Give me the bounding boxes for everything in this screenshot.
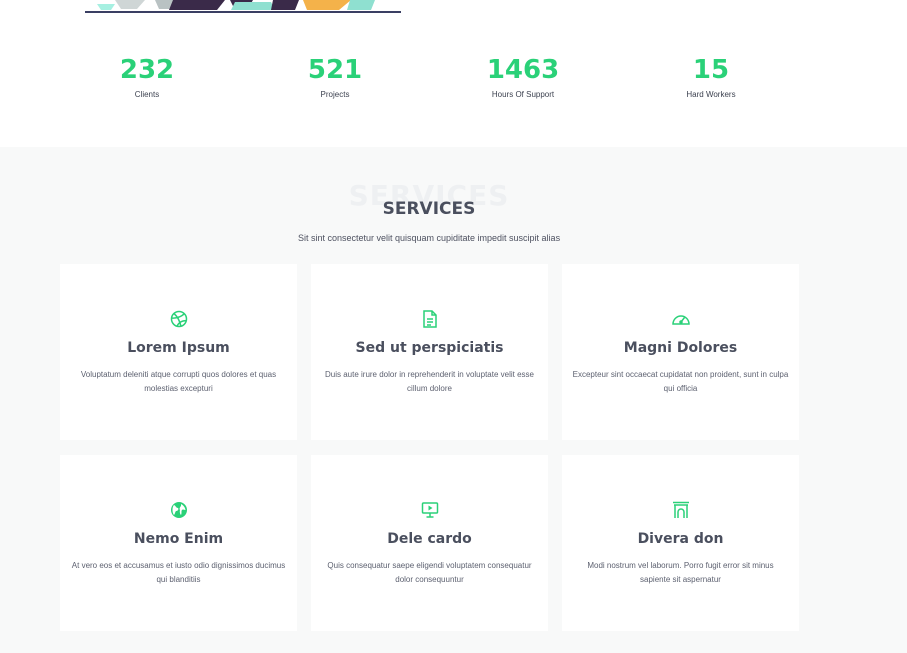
service-description: Duis aute irure dolor in reprehenderit i… <box>324 370 534 393</box>
hero-illustration <box>85 0 401 14</box>
counter-value: 1463 <box>486 55 560 85</box>
service-card[interactable]: Sed ut perspiciatis Duis aute irure dolo… <box>311 264 548 440</box>
counter-value: 15 <box>692 55 730 85</box>
service-card[interactable]: Dele cardo Quis consequatur saepe eligen… <box>311 455 548 631</box>
counter-projects: 521 Projects <box>235 52 435 99</box>
arch-icon <box>562 501 799 519</box>
counter-label: Clients <box>134 90 160 99</box>
service-card[interactable]: Magni Dolores Excepteur sint occaecat cu… <box>562 264 799 440</box>
service-description: Quis consequatur saepe eligendi voluptat… <box>327 561 532 584</box>
service-title[interactable]: Dele cardo <box>311 531 548 547</box>
services-section: SERVICES SERVICES Sit sint consectetur v… <box>0 147 907 653</box>
service-description: At vero eos et accusamus et iusto odio d… <box>71 561 286 584</box>
counter-label: Hard Workers <box>686 90 736 99</box>
file-text-icon <box>311 310 548 328</box>
globe-icon <box>60 501 297 519</box>
counter-value: 232 <box>119 55 175 85</box>
section-subtitle: Sit sint consectetur velit quisquam cupi… <box>297 233 561 243</box>
service-card[interactable]: Lorem Ipsum Voluptatum deleniti atque co… <box>60 264 297 440</box>
speedometer-icon <box>562 310 799 328</box>
section-title: SERVICES <box>382 199 476 219</box>
service-card[interactable]: Nemo Enim At vero eos et accusamus et iu… <box>60 455 297 631</box>
counter-hours-of-support: 1463 Hours Of Support <box>423 52 623 99</box>
counter-hard-workers: 15 Hard Workers <box>611 52 811 99</box>
service-card[interactable]: Divera don Modi nostrum vel laborum. Por… <box>562 455 799 631</box>
dribbble-icon <box>60 310 297 328</box>
presentation-icon <box>311 501 548 519</box>
service-title[interactable]: Lorem Ipsum <box>60 340 297 356</box>
counter-label: Projects <box>320 90 350 99</box>
counter-clients: 232 Clients <box>47 52 247 99</box>
service-title[interactable]: Nemo Enim <box>60 531 297 547</box>
service-description: Excepteur sint occaecat cupidatat non pr… <box>572 370 789 393</box>
counter-label: Hours Of Support <box>491 90 555 99</box>
service-title[interactable]: Magni Dolores <box>562 340 799 356</box>
service-title[interactable]: Divera don <box>562 531 799 547</box>
service-description: Modi nostrum vel laborum. Porro fugit er… <box>587 561 774 584</box>
service-description: Voluptatum deleniti atque corrupti quos … <box>80 370 277 393</box>
counters-section: 232 Clients 521 Projects 1463 Hours Of S… <box>0 0 907 147</box>
counter-value: 521 <box>307 55 363 85</box>
service-title[interactable]: Sed ut perspiciatis <box>311 340 548 356</box>
